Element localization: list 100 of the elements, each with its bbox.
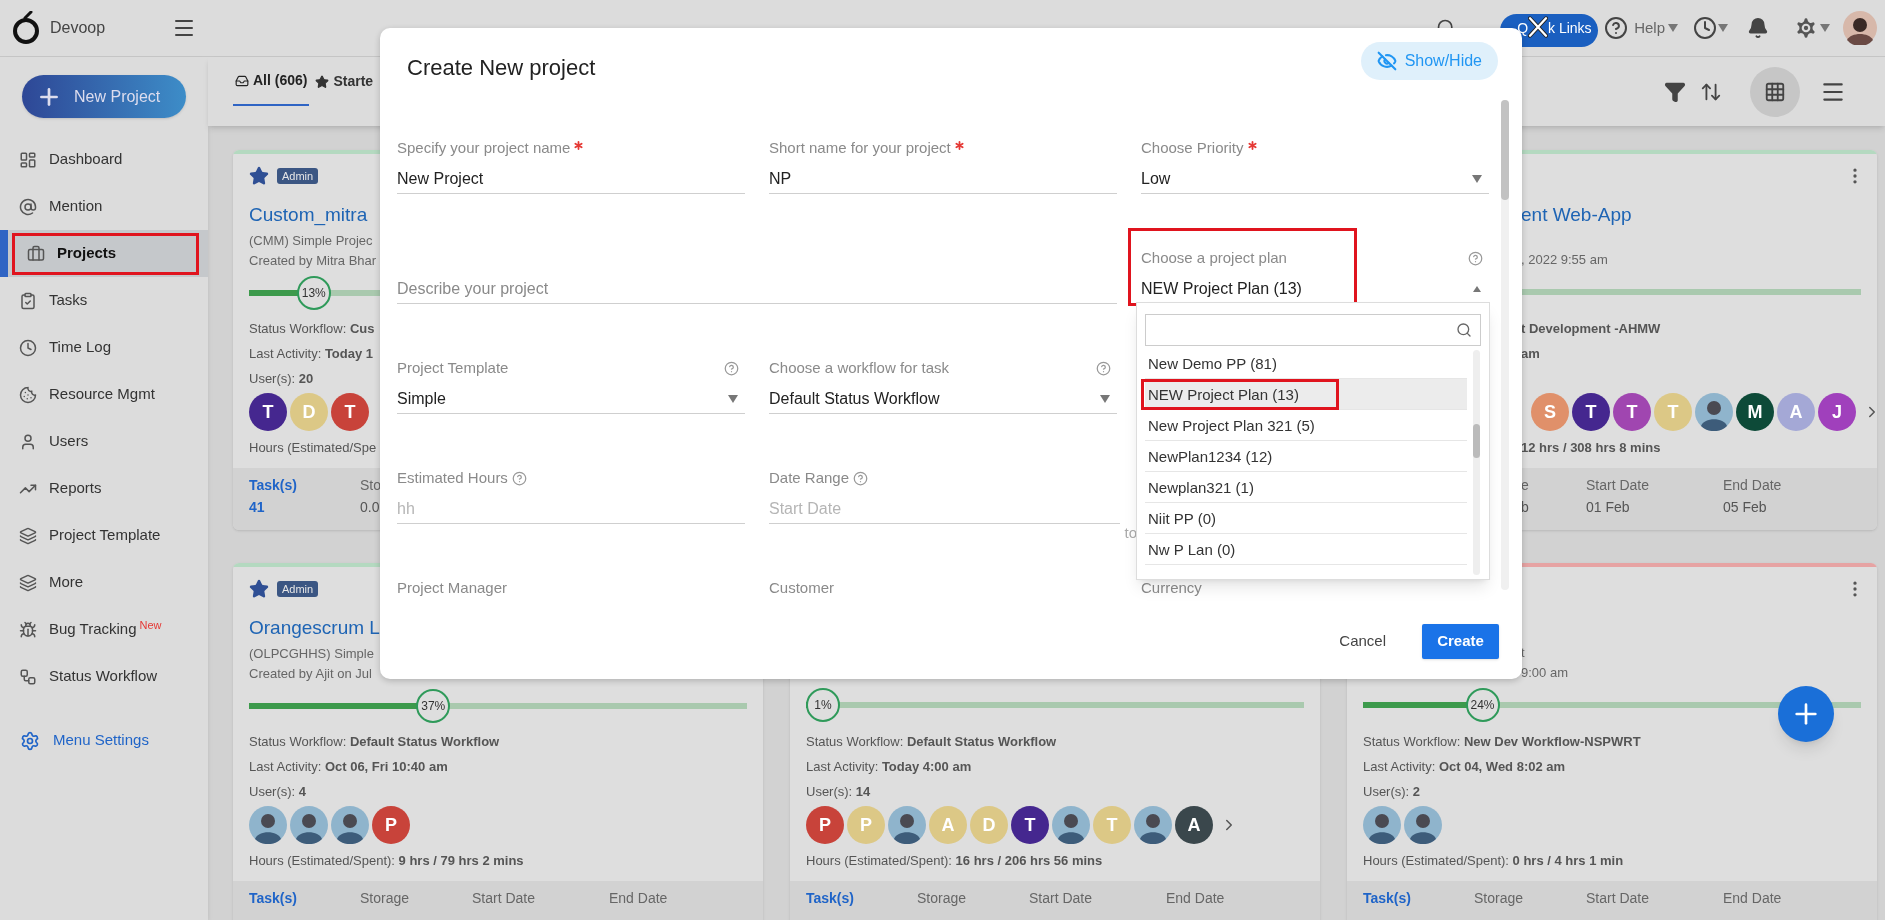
star-icon[interactable] xyxy=(249,166,269,186)
dropdown-field[interactable]: Simple xyxy=(397,384,745,414)
avatar: A xyxy=(1175,806,1213,844)
created-info: Created by Mitra Bhar xyxy=(249,253,377,268)
project-title[interactable]: Orangescrum L xyxy=(249,617,380,638)
avatar: T xyxy=(1093,806,1131,844)
search-field[interactable] xyxy=(1145,314,1481,346)
avatar-icon xyxy=(888,806,926,844)
input-field[interactable]: hh xyxy=(397,494,745,524)
hours-text: Hours (Estimated/Spe xyxy=(249,440,377,455)
cancel-button[interactable]: Cancel xyxy=(1339,630,1386,653)
project-title[interactable]: Custom_mitra xyxy=(249,204,368,225)
users-count-text: User(s): 2 xyxy=(1363,784,1421,799)
range-separator: to xyxy=(1124,522,1137,543)
sidebar-item[interactable]: Time Log xyxy=(0,324,208,371)
stat-label: End Date xyxy=(1723,889,1782,908)
hours-text: Hours (Estimated/Spent): 0 hrs / 4 hrs 1 min xyxy=(1363,853,1624,868)
help-menu[interactable]: Help xyxy=(1634,16,1679,40)
sidebar-item[interactable]: Status Workflow xyxy=(0,653,208,700)
sidebar-item[interactable]: Mention xyxy=(0,183,208,230)
avatar: P xyxy=(372,806,410,844)
field-label: Estimated Hours xyxy=(397,468,508,488)
star-icon[interactable] xyxy=(249,579,269,599)
tasks-link[interactable]: Task(s) xyxy=(249,887,297,909)
avatar-icon xyxy=(1052,806,1090,844)
help-icon[interactable] xyxy=(1604,16,1629,40)
logo-icon xyxy=(12,11,40,45)
sidebar-item[interactable]: Project Template xyxy=(0,512,208,559)
sidebar-item[interactable]: Users xyxy=(0,418,208,465)
avatar: P xyxy=(806,806,844,844)
user-avatar-icon[interactable] xyxy=(1843,11,1877,45)
sidebar-item[interactable]: Resource Mgmt xyxy=(0,371,208,418)
role-badge: Admin xyxy=(277,581,319,597)
bell-icon[interactable] xyxy=(1747,17,1769,39)
avatar: T xyxy=(331,393,369,431)
input-field[interactable]: NP xyxy=(769,164,1117,194)
input-field[interactable]: New Project xyxy=(397,164,745,194)
plan-option[interactable]: Newplan321 (1) xyxy=(1145,472,1467,503)
avatar: D xyxy=(970,806,1008,844)
sidebar-item[interactable]: Reports xyxy=(0,465,208,512)
stat-label: End Date xyxy=(1723,476,1782,495)
avatar-icon xyxy=(331,806,369,844)
last-activity-text: am xyxy=(1521,346,1540,361)
field-label: Currency xyxy=(1141,578,1202,598)
field-label: Project Manager xyxy=(397,578,508,598)
clock-icon[interactable] xyxy=(1693,16,1717,40)
menu-settings-link[interactable]: Menu Settings xyxy=(0,717,208,764)
dashboard-icon xyxy=(19,150,37,169)
created-info: Created by Ajit on Jul xyxy=(249,666,372,681)
stat-label: Start Date xyxy=(1029,889,1093,908)
filter-tab[interactable]: All (606) xyxy=(233,57,310,106)
dropdown-field[interactable]: Low xyxy=(1141,164,1489,194)
avatar-icon xyxy=(1363,806,1401,844)
plan-option[interactable]: NewPlan1234 (12) xyxy=(1145,441,1467,472)
new-project-button[interactable]: New Project xyxy=(22,75,186,118)
sidebar-item[interactable]: Tasks xyxy=(0,277,208,324)
stat-label: Start Date xyxy=(1586,476,1650,495)
plan-option[interactable]: New Project Plan 321 (5) xyxy=(1145,410,1467,441)
sidebar-item[interactable]: Dashboard xyxy=(0,136,208,183)
field-label: Short name for your project xyxy=(769,138,951,158)
plan-option[interactable]: Nw P Lan (0) xyxy=(1145,534,1467,565)
field-label: Date Range xyxy=(769,468,850,488)
created-info: 9:00 am xyxy=(1521,665,1568,681)
avatar: M xyxy=(1736,393,1774,431)
briefcase-icon xyxy=(27,244,45,263)
status-workflow-text: Status Workflow: Cus xyxy=(249,321,375,336)
avatar: A xyxy=(1777,393,1815,431)
clock-icon xyxy=(19,338,37,357)
stat-label: Sto xyxy=(360,476,381,495)
layers-icon xyxy=(19,526,37,545)
grid-view-button[interactable] xyxy=(1750,66,1800,117)
stat-label: Start Date xyxy=(472,889,536,908)
bug-icon xyxy=(19,620,37,639)
avatar: J xyxy=(1818,393,1856,431)
tasks-link[interactable]: Task(s) xyxy=(1363,887,1411,909)
avatar-icon xyxy=(1404,806,1442,844)
description-field[interactable]: Describe your project xyxy=(397,274,1117,304)
avatar-icon xyxy=(290,806,328,844)
sidebar-item[interactable]: Projects xyxy=(0,230,208,277)
stat-value: b xyxy=(1521,498,1529,517)
input-field[interactable]: Start Date xyxy=(769,494,1121,524)
tasks-link[interactable]: Task(s) xyxy=(249,474,297,496)
project-title[interactable]: ent Web-App xyxy=(1521,204,1632,225)
filter-tab[interactable]: Starte xyxy=(313,57,376,106)
stat-label: End Date xyxy=(609,889,668,908)
sidebar-item[interactable]: Bug Tracking $^{New}$ xyxy=(0,606,208,653)
stat-label: Start Date xyxy=(1586,889,1650,908)
tasks-link[interactable]: Task(s) xyxy=(806,887,854,909)
avatar-icon xyxy=(249,806,287,844)
stat-label: End Date xyxy=(1166,889,1225,908)
caret-icon xyxy=(727,393,739,404)
plan-option[interactable]: Niit PP (0) xyxy=(1145,503,1467,534)
stat-label: Storage xyxy=(917,889,967,908)
filter-icon[interactable] xyxy=(1664,80,1686,103)
percent-badge: 1% xyxy=(806,687,840,722)
hours-text: 12 hrs / 308 hrs 8 mins xyxy=(1521,440,1661,455)
create-button[interactable]: Create xyxy=(1422,624,1499,659)
sidebar-item[interactable]: More xyxy=(0,559,208,606)
avatar: T xyxy=(1572,393,1610,431)
dropdown-field[interactable]: Default Status Workflow xyxy=(769,384,1117,414)
